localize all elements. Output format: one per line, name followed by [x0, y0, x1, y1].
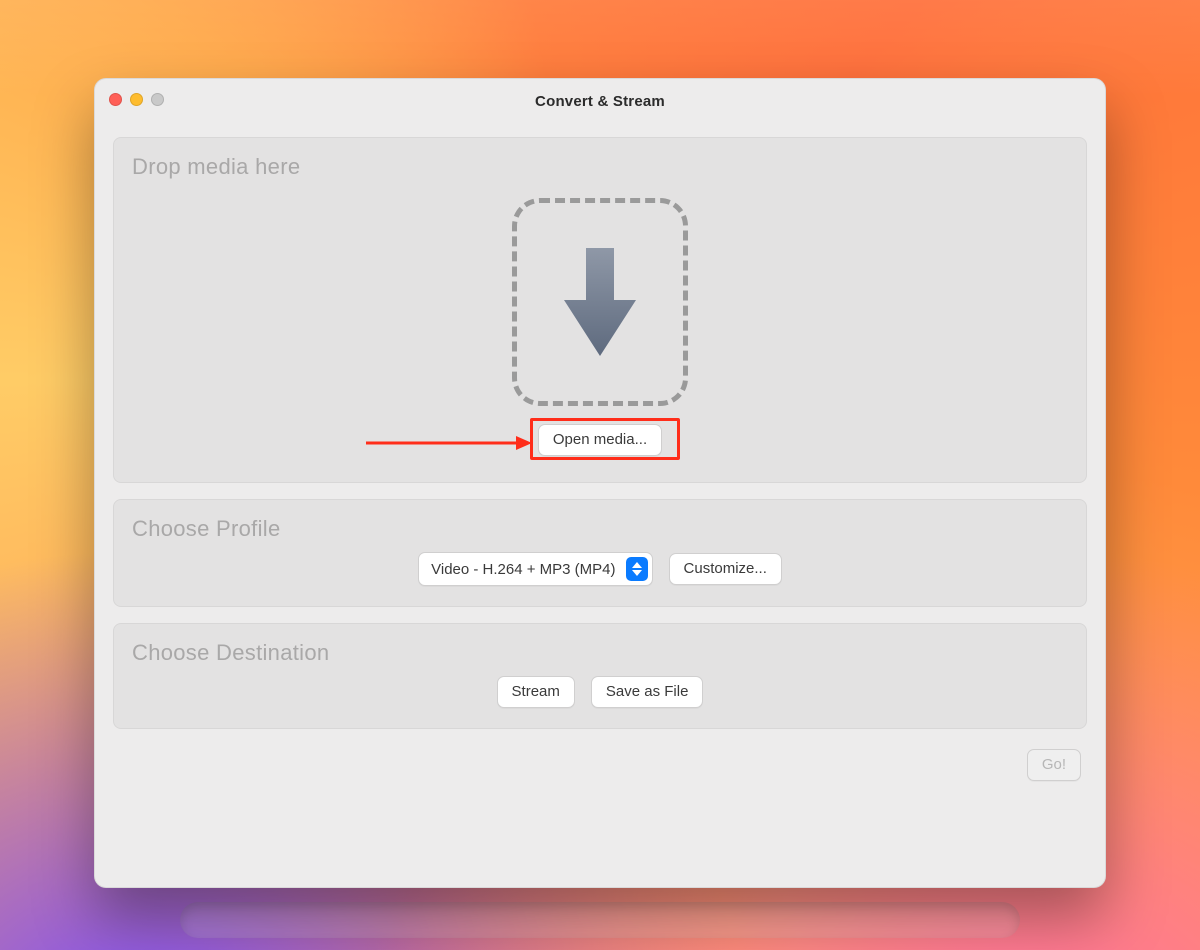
choose-destination-heading: Choose Destination: [132, 640, 1068, 666]
stream-button[interactable]: Stream: [497, 676, 575, 708]
choose-destination-panel: Choose Destination Stream Save as File: [113, 623, 1087, 729]
choose-profile-panel: Choose Profile Video - H.264 + MP3 (MP4)…: [113, 499, 1087, 607]
stream-label: Stream: [512, 683, 560, 700]
open-media-button[interactable]: Open media...: [538, 424, 662, 456]
customize-profile-button[interactable]: Customize...: [669, 553, 782, 585]
open-media-label: Open media...: [553, 431, 647, 448]
annotation-arrow-icon: [366, 434, 534, 457]
window-controls: [109, 93, 164, 106]
convert-stream-window: Convert & Stream Drop media here: [94, 78, 1106, 888]
zoom-window-button[interactable]: [151, 93, 164, 106]
titlebar: Convert & Stream: [95, 79, 1105, 123]
drop-target[interactable]: [512, 198, 688, 406]
footer: Go!: [113, 745, 1087, 785]
window-title: Convert & Stream: [535, 93, 665, 110]
window-content: Drop media here: [95, 123, 1105, 887]
save-as-file-label: Save as File: [606, 683, 689, 700]
customize-profile-label: Customize...: [684, 560, 767, 577]
dock: [180, 902, 1020, 938]
close-window-button[interactable]: [109, 93, 122, 106]
updown-stepper-icon: [626, 557, 648, 581]
drop-media-panel: Drop media here: [113, 137, 1087, 483]
profile-select-value: Video - H.264 + MP3 (MP4): [431, 561, 615, 578]
choose-profile-heading: Choose Profile: [132, 516, 1068, 542]
go-label: Go!: [1042, 756, 1066, 773]
drop-area[interactable]: Open media...: [132, 190, 1068, 460]
save-as-file-button[interactable]: Save as File: [591, 676, 704, 708]
profile-select[interactable]: Video - H.264 + MP3 (MP4): [418, 552, 652, 586]
download-arrow-icon: [556, 242, 644, 362]
drop-media-heading: Drop media here: [132, 154, 1068, 180]
minimize-window-button[interactable]: [130, 93, 143, 106]
go-button[interactable]: Go!: [1027, 749, 1081, 781]
